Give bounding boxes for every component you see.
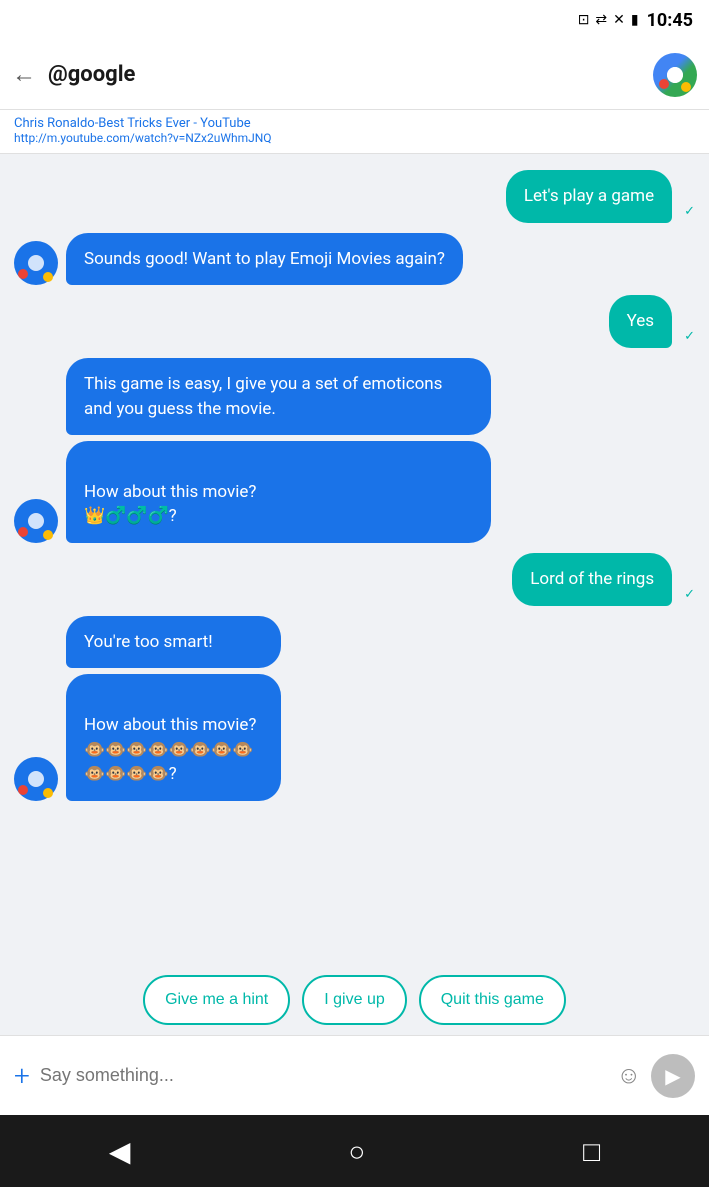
avatar-dot-yellow3 bbox=[43, 788, 53, 798]
send-icon: ▶ bbox=[665, 1064, 680, 1088]
avatar-dot-red bbox=[18, 269, 28, 279]
check-3: ✓ bbox=[684, 329, 695, 344]
signal-icon: ✕ bbox=[613, 12, 625, 28]
chat-area: Let's play a game ✓ Sounds good! Want to… bbox=[0, 154, 709, 961]
google-dot-red bbox=[659, 79, 669, 89]
give-up-button[interactable]: I give up bbox=[302, 975, 406, 1025]
youtube-title: Chris Ronaldo-Best Tricks Ever - YouTube bbox=[14, 116, 695, 131]
nav-bar: ◀ ○ □ bbox=[0, 1115, 709, 1187]
top-bar: ← @google bbox=[0, 40, 709, 110]
back-button[interactable]: ← bbox=[12, 60, 36, 89]
message-bubble-3: Yes bbox=[609, 295, 672, 348]
message-group-7-8: You're too smart! How about this movie? … bbox=[66, 616, 364, 801]
status-bar: ⊡ ⇄ ✕ ▮ 10:45 bbox=[0, 0, 709, 40]
send-button[interactable]: ▶ bbox=[651, 1054, 695, 1098]
message-bubble-1: Let's play a game bbox=[506, 170, 672, 223]
message-row-4-5: This game is easy, I give you a set of e… bbox=[14, 358, 695, 543]
check-1: ✓ bbox=[684, 204, 695, 219]
give-hint-button[interactable]: Give me a hint bbox=[143, 975, 290, 1025]
status-time: 10:45 bbox=[647, 10, 693, 31]
avatar-dot-yellow bbox=[43, 272, 53, 282]
message-group-4-5: This game is easy, I give you a set of e… bbox=[66, 358, 657, 543]
avatar-dot-red3 bbox=[18, 785, 28, 795]
message-row-1: Let's play a game ✓ bbox=[14, 170, 695, 223]
battery-icon: ▮ bbox=[631, 12, 639, 28]
message-input[interactable] bbox=[40, 1065, 607, 1086]
input-bar: + ☺ ▶ bbox=[0, 1035, 709, 1115]
nav-home-button[interactable]: ○ bbox=[348, 1135, 365, 1168]
message-row-3: Yes ✓ bbox=[14, 295, 695, 348]
emoji-button[interactable]: ☺ bbox=[616, 1061, 641, 1090]
avatar-dot-red2 bbox=[18, 527, 28, 537]
message-bubble-6: Lord of the rings bbox=[512, 553, 672, 606]
status-icons: ⊡ ⇄ ✕ ▮ bbox=[578, 12, 639, 28]
add-attachment-button[interactable]: + bbox=[14, 1059, 30, 1092]
message-row-6: Lord of the rings ✓ bbox=[14, 553, 695, 606]
message-bubble-4: This game is easy, I give you a set of e… bbox=[66, 358, 491, 435]
check-6: ✓ bbox=[684, 587, 695, 602]
avatar-2 bbox=[14, 241, 58, 285]
message-bubble-7: You're too smart! bbox=[66, 616, 281, 669]
avatar-dot-yellow2 bbox=[43, 530, 53, 540]
page-title: @google bbox=[48, 62, 653, 87]
action-bar: Give me a hint I give up Quit this game bbox=[0, 961, 709, 1035]
avatar-7 bbox=[14, 757, 58, 801]
google-logo bbox=[653, 53, 697, 97]
youtube-url: http://m.youtube.com/watch?v=NZx2uWhmJNQ bbox=[14, 131, 695, 145]
avatar-4 bbox=[14, 499, 58, 543]
message-bubble-2: Sounds good! Want to play Emoji Movies a… bbox=[66, 233, 463, 286]
youtube-link-bar[interactable]: Chris Ronaldo-Best Tricks Ever - YouTube… bbox=[0, 110, 709, 154]
nav-back-button[interactable]: ◀ bbox=[109, 1135, 131, 1168]
message-row-7-8: You're too smart! How about this movie? … bbox=[14, 616, 695, 801]
phone-frame: ⊡ ⇄ ✕ ▮ 10:45 ← @google Chris Ronaldo-Be… bbox=[0, 0, 709, 1187]
message-bubble-8: How about this movie? 🐵🐵🐵🐵🐵🐵🐵🐵🐵🐵🐵🐵? bbox=[66, 674, 281, 801]
quit-game-button[interactable]: Quit this game bbox=[419, 975, 566, 1025]
message-row-2: Sounds good! Want to play Emoji Movies a… bbox=[14, 233, 695, 286]
cast-icon: ⊡ bbox=[578, 12, 590, 28]
nav-recent-button[interactable]: □ bbox=[583, 1135, 600, 1168]
wifi-icon: ⇄ bbox=[595, 12, 607, 28]
message-bubble-5: How about this movie? 👑♂️♂️♂️? bbox=[66, 441, 491, 543]
google-dot-yellow bbox=[681, 82, 691, 92]
